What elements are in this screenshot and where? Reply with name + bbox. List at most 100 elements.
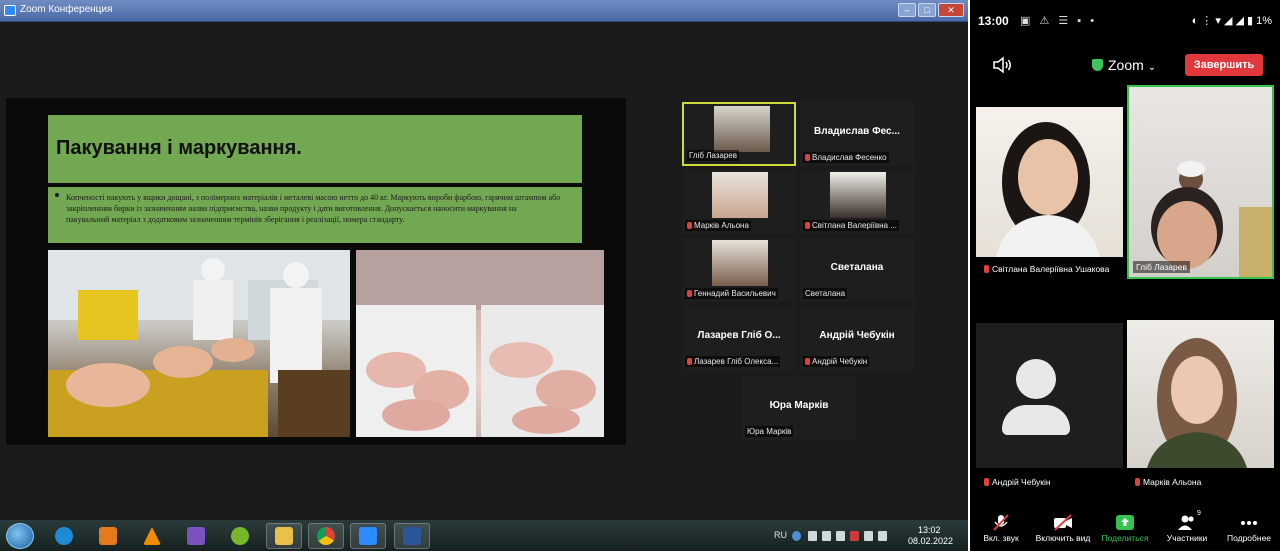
window-titlebar[interactable]: Zoom Конференция – □ ✕	[0, 0, 968, 22]
utorrent-icon[interactable]	[222, 523, 258, 549]
participant-label-1: Світлана Валеріївна Ушакова	[984, 264, 1109, 274]
mic-muted-icon	[805, 154, 810, 161]
gallery-tile-4[interactable]: Світлана Валеріївна ...	[800, 170, 914, 234]
tile-name: Лазарев Гліб О...	[697, 330, 781, 341]
notification-icons: ▣ ⚠ ☰ ▪ •	[1020, 15, 1098, 27]
participant-video	[996, 122, 1100, 257]
tile-label: Лазарев Гліб Олекса...	[685, 356, 781, 367]
participant-label-3: Андрій Чебукін	[984, 477, 1051, 487]
participant-label-4: Марків Альона	[1135, 477, 1201, 487]
participant-video	[712, 240, 768, 286]
media-player-icon[interactable]	[90, 523, 126, 549]
tile-label: Марків Альона	[685, 220, 751, 231]
participant-tile-1[interactable]	[976, 107, 1123, 257]
tile-name: Владислав Фес...	[814, 126, 900, 137]
participants-count-badge: 9	[1197, 510, 1201, 517]
tray-icon[interactable]	[808, 531, 817, 541]
participant-tile-3[interactable]	[976, 323, 1123, 468]
gallery-tile-1[interactable]: Гліб Лазарев	[682, 102, 796, 166]
gallery-tile-9[interactable]: Юра Марків Юра Марків	[742, 376, 856, 440]
camera-off-icon	[1054, 514, 1072, 531]
slide-title-box: Пакування і маркування.	[48, 115, 582, 183]
file-explorer-icon[interactable]	[266, 523, 302, 549]
zoom-menu[interactable]: Zoom ⌄	[1108, 57, 1156, 73]
tile-label: Гліб Лазарев	[687, 150, 740, 161]
clock-time[interactable]: 13:02	[918, 525, 941, 535]
participant-tile-2[interactable]: Гліб Лазарев	[1127, 85, 1274, 279]
battery-status: ◐ ⋮ ▾ ◢ ◢ ▮ 1%	[1191, 15, 1272, 27]
unmute-button[interactable]: Вкл. звук	[971, 508, 1031, 551]
system-tray: RU 13:02 08.02.2022	[770, 524, 966, 548]
more-button[interactable]: Подробнее	[1219, 508, 1279, 551]
speaker-icon[interactable]	[992, 56, 1014, 74]
share-icon	[1116, 515, 1134, 530]
word-icon[interactable]	[394, 523, 430, 549]
battery-icon[interactable]	[878, 531, 887, 541]
bullet-icon	[55, 193, 59, 197]
start-video-button[interactable]: Включить вид	[1033, 508, 1093, 551]
avatar-body	[1002, 405, 1070, 435]
gallery-tile-2[interactable]: Владислав Фес... Владислав Фесенко	[800, 102, 914, 166]
language-indicator[interactable]: RU	[774, 530, 787, 540]
tile-name: Юра Марків	[769, 400, 829, 411]
gallery-tile-5[interactable]: Геннадий Васильевич	[682, 238, 796, 302]
window-title: Zoom Конференция	[20, 4, 113, 15]
chevron-down-icon: ⌄	[1147, 62, 1157, 73]
participant-tile-4[interactable]	[1127, 320, 1274, 468]
volume-icon[interactable]	[864, 531, 873, 541]
clock-date[interactable]: 08.02.2022	[908, 536, 953, 546]
participant-video	[712, 172, 768, 218]
network-icon[interactable]	[850, 531, 859, 541]
desktop-screen: Zoom Конференция – □ ✕ Пакування і марку…	[0, 0, 968, 551]
chicken-crates-photo	[356, 250, 604, 437]
vlc-icon[interactable]	[134, 523, 170, 549]
zoom-meeting-window: Пакування і маркування. Копченості пакую…	[0, 22, 968, 520]
participants-icon	[1178, 515, 1194, 530]
gallery-tile-6[interactable]: Светалана Светалана	[800, 238, 914, 302]
mic-muted-icon	[805, 222, 810, 229]
phone-status-bar: 13:00 ▣ ⚠ ☰ ▪ • ◐ ⋮ ▾ ◢ ◢ ▮ 1%	[970, 0, 1280, 44]
zoom-taskbar-icon[interactable]	[350, 523, 386, 549]
shield-icon	[1092, 59, 1103, 71]
participants-button[interactable]: 9 Участники	[1157, 508, 1217, 551]
chevron-up-icon[interactable]	[822, 531, 831, 541]
close-button[interactable]: ✕	[938, 3, 964, 17]
mic-muted-icon	[805, 358, 810, 365]
tile-label: Світлана Валеріївна ...	[803, 220, 899, 231]
more-icon	[1241, 521, 1257, 525]
meeting-toolbar: Вкл. звук Включить вид Поделиться 9 Учас…	[970, 508, 1280, 551]
windows-taskbar: RU 13:02 08.02.2022	[0, 520, 968, 551]
packing-workers-photo	[48, 250, 350, 437]
shared-screen-slide: Пакування і маркування. Копченості пакую…	[6, 98, 626, 445]
tile-label: Светалана	[803, 288, 848, 299]
ie-icon[interactable]	[46, 523, 82, 549]
slide-body-text: Копченості пакують у ящики дощані, з пол…	[66, 193, 561, 224]
minimize-button[interactable]: –	[898, 3, 916, 17]
participant-video	[1151, 161, 1272, 277]
slide-body-box: Копченості пакують у ящики дощані, з пол…	[48, 187, 582, 243]
gallery-tile-7[interactable]: Лазарев Гліб О... Лазарев Гліб Олекса...	[682, 306, 796, 370]
end-meeting-button[interactable]: Завершить	[1185, 54, 1263, 76]
flag-icon[interactable]	[836, 531, 845, 541]
share-button[interactable]: Поделиться	[1095, 508, 1155, 551]
mic-muted-icon	[687, 222, 692, 229]
visual-studio-icon[interactable]	[178, 523, 214, 549]
status-time: 13:00	[978, 14, 1009, 28]
tile-label: Владислав Фесенко	[803, 152, 889, 163]
phone-screen: 13:00 ▣ ⚠ ☰ ▪ • ◐ ⋮ ▾ ◢ ◢ ▮ 1% Zoom ⌄ За…	[970, 0, 1280, 551]
gallery-tile-3[interactable]: Марків Альона	[682, 170, 796, 234]
mic-muted-icon	[984, 478, 989, 486]
start-button[interactable]	[6, 523, 34, 549]
slide-title: Пакування і маркування.	[56, 137, 302, 159]
tile-name: Андрій Чебукін	[819, 330, 895, 341]
participant-label-2: Гліб Лазарев	[1133, 261, 1191, 273]
gallery-tile-8[interactable]: Андрій Чебукін Андрій Чебукін	[800, 306, 914, 370]
maximize-button[interactable]: □	[918, 3, 936, 17]
avatar-icon	[1016, 359, 1056, 399]
help-icon[interactable]	[792, 531, 801, 541]
chrome-icon[interactable]	[308, 523, 344, 549]
mic-muted-icon	[687, 358, 692, 365]
tile-label: Андрій Чебукін	[803, 356, 870, 367]
tile-name: Светалана	[830, 262, 884, 273]
tile-label: Юра Марків	[745, 426, 794, 437]
